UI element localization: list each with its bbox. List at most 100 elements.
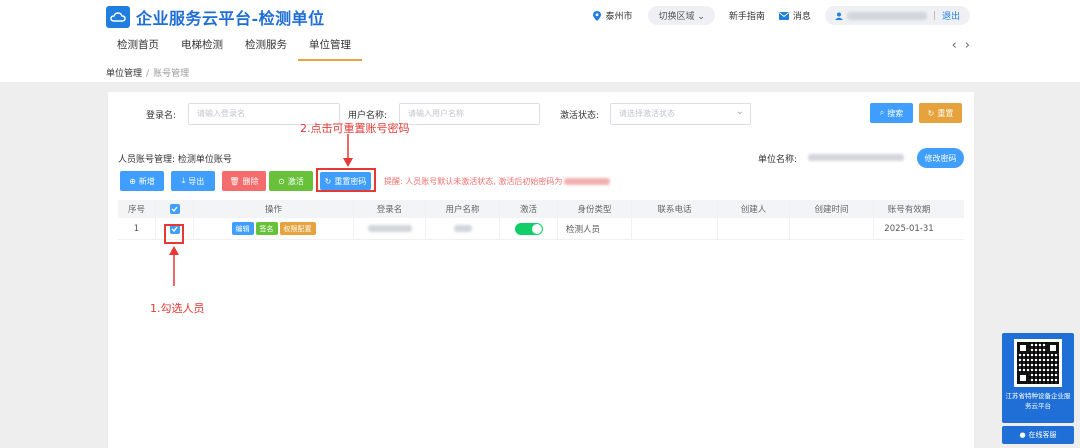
tab-unit-management[interactable]: 单位管理 (298, 30, 362, 61)
activate-button[interactable]: ⊙ 激活 (269, 171, 313, 191)
cell-phone (632, 218, 718, 239)
user-name-redacted (846, 11, 927, 20)
header-actions: 泰州市 切换区域 ⌄ 新手指南 消息 | 退出 (593, 6, 970, 25)
col-login: 登录名 (354, 200, 426, 218)
message-label: 消息 (792, 12, 811, 22)
city-label: 泰州市 (605, 12, 633, 22)
cell-index: 1 (118, 218, 156, 239)
active-toggle[interactable] (514, 222, 543, 235)
tab-home[interactable]: 检测首页 (106, 30, 170, 60)
tab-service[interactable]: 检测服务 (234, 30, 298, 60)
permission-config-button[interactable]: 权限配置 (279, 222, 316, 235)
delete-button[interactable]: 🗑 删除 (222, 171, 266, 191)
initial-password-redacted (564, 178, 611, 185)
breadcrumb-current: 账号管理 (153, 69, 190, 79)
cell-active (500, 218, 558, 239)
reset-label: 重置 (937, 108, 954, 118)
annotation-arrow-up-icon (169, 246, 179, 286)
chevron-left-icon[interactable]: ‹ (952, 38, 957, 53)
top-header: 企业服务云平台-检测单位 泰州市 切换区域 ⌄ 新手指南 消息 | 退出 检测首… (0, 0, 1080, 62)
annotation-box-checkbox (164, 224, 184, 244)
switch-area-button[interactable]: 切换区域 ⌄ (648, 6, 715, 25)
col-created-time: 创建时间 (790, 200, 874, 218)
col-index: 序号 (118, 200, 156, 218)
edit-button[interactable]: 编辑 (231, 222, 254, 235)
reset-button[interactable]: ↻ 重置 (919, 103, 962, 123)
notice-text: 提醒: 人员账号默认未激活状态, 激活后初始密码为 (384, 177, 563, 186)
search-label: 搜索 (887, 108, 904, 118)
cell-expiry: 2025-01-31 (884, 223, 934, 234)
username-redacted (453, 225, 472, 232)
cell-created-time (790, 218, 874, 239)
qr-pattern (1017, 342, 1059, 384)
status-select[interactable]: 请选择激活状态 (610, 102, 751, 125)
tab-elevator[interactable]: 电梯检测 (170, 30, 234, 60)
col-identity: 身份类型 (558, 200, 632, 218)
qr-corner-icon (1017, 372, 1029, 384)
add-label: 新增 (138, 176, 155, 186)
login-redacted (367, 225, 412, 232)
message-link[interactable]: 消息 (778, 9, 811, 22)
unit-name-label: 单位名称: (758, 155, 798, 165)
cloud-logo-icon (106, 6, 130, 28)
side-widget-text: 江苏省特种设备企业服务云平台 (1005, 392, 1071, 410)
table-row[interactable]: 1 编辑 签名 权限配置 检测人员 2025-01-31 (118, 218, 964, 240)
cell-actions: 编辑 签名 权限配置 (194, 218, 354, 239)
breadcrumb-parent[interactable]: 单位管理 (106, 69, 142, 79)
table-header: 序号 操作 登录名 用户名称 激活 身份类型 联系电话 创建人 创建时间 账号有… (118, 200, 964, 218)
user-name-input[interactable]: 请输入用户名称 (399, 103, 540, 125)
chevron-down-icon: ⌄ (697, 12, 705, 22)
cell-identity: 检测人员 (558, 218, 632, 239)
chat-icon: ● (1019, 431, 1026, 439)
cell-login (354, 218, 426, 239)
breadcrumb-sep: / (146, 69, 150, 79)
plus-icon: ⊕ (129, 176, 136, 186)
qr-corner-icon (1047, 342, 1059, 354)
qr-corner-icon (1017, 342, 1029, 354)
sign-button[interactable]: 签名 (255, 222, 278, 235)
user-menu[interactable]: | 退出 (824, 6, 970, 25)
accounts-table: 序号 操作 登录名 用户名称 激活 身份类型 联系电话 创建人 创建时间 账号有… (118, 200, 964, 240)
breadcrumb: 单位管理 / 账号管理 (106, 66, 189, 79)
annotation-arrow-down-icon (343, 134, 353, 167)
switch-area-label: 切换区域 (658, 12, 695, 22)
refresh-icon: ↻ (927, 108, 935, 118)
location[interactable]: 泰州市 (593, 9, 632, 22)
status-label: 激活状态: (560, 111, 600, 121)
cell-username (426, 218, 500, 239)
search-icon: ⌕ (879, 108, 885, 117)
activation-notice: 提醒: 人员账号默认未激活状态, 激活后初始密码为 (384, 176, 611, 187)
export-button[interactable]: ⤓ 导出 (171, 171, 215, 191)
side-qr-widget[interactable]: 江苏省特种设备企业服务云平台 (1002, 333, 1074, 423)
app-title: 企业服务云平台-检测单位 (136, 9, 325, 28)
section-title: 人员账号管理: 检测单位账号 (118, 155, 232, 165)
add-button[interactable]: ⊕ 新增 (120, 171, 164, 191)
col-phone: 联系电话 (632, 200, 718, 218)
guide-link[interactable]: 新手指南 (729, 9, 765, 22)
select-all-checkbox[interactable] (169, 204, 180, 214)
tab-scroll-arrows: ‹ › (944, 38, 970, 53)
export-icon: ⤓ (181, 176, 186, 185)
divider: | (932, 10, 936, 21)
main-card: 登录名: 请输入登录名 用户名称: 请输入用户名称 激活状态: 请选择激活状态 … (108, 92, 974, 448)
location-pin-icon (593, 10, 602, 21)
cell-creator (718, 218, 790, 239)
col-actions: 操作 (194, 200, 354, 218)
qr-code (1014, 339, 1062, 387)
login-label: 登录名: (146, 111, 177, 121)
trash-icon: 🗑 (229, 176, 240, 186)
col-select-all[interactable] (156, 200, 194, 218)
activate-label: 激活 (287, 176, 304, 186)
delete-label: 删除 (242, 176, 259, 186)
change-password-button[interactable]: 修改密码 (917, 148, 964, 168)
online-service-button[interactable]: ● 在线客服 (1002, 426, 1074, 444)
mail-icon (778, 11, 789, 20)
annotation-step1: 1.勾选人员 (150, 302, 205, 315)
logo[interactable]: 企业服务云平台-检测单位 (106, 5, 325, 29)
search-button[interactable]: ⌕ 搜索 (870, 103, 913, 123)
unit-name-redacted (808, 154, 904, 161)
col-active: 激活 (500, 200, 558, 218)
logout-link[interactable]: 退出 (942, 9, 960, 22)
annotation-step2: 2.点击可重置账号密码 (300, 122, 410, 135)
chevron-right-icon[interactable]: › (965, 38, 970, 53)
